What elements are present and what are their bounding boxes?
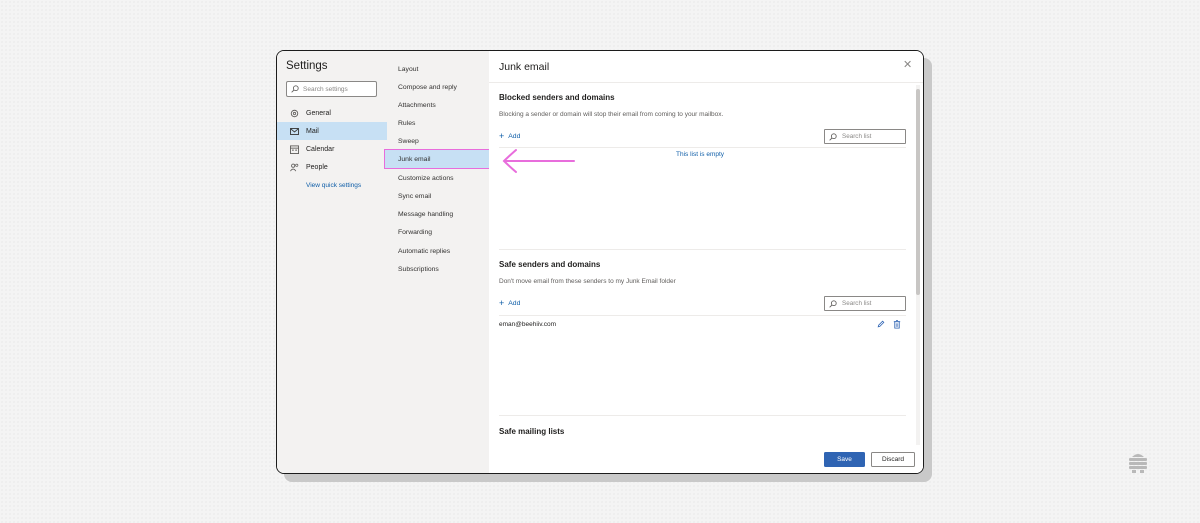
plus-icon: + xyxy=(499,298,505,308)
search-icon xyxy=(829,132,837,141)
safe-section-title: Safe senders and domains xyxy=(499,260,601,269)
blocked-search-input[interactable]: Search list xyxy=(824,129,906,144)
blocked-empty-message: This list is empty xyxy=(676,151,725,158)
safe-sender-entry: eman@beehiiv.com xyxy=(499,321,557,328)
title-divider xyxy=(489,82,923,83)
people-icon xyxy=(289,162,299,172)
category-label: Mail xyxy=(306,127,319,135)
menu-sync-email[interactable]: Sync email xyxy=(387,187,489,205)
safe-add-label: Add xyxy=(508,299,521,307)
category-label: People xyxy=(306,163,328,171)
discard-button[interactable]: Discard xyxy=(871,452,915,467)
scrollbar-thumb[interactable] xyxy=(916,89,920,295)
blocked-add-label: Add xyxy=(508,132,521,140)
menu-layout[interactable]: Layout xyxy=(387,60,489,78)
category-mail[interactable]: Mail xyxy=(277,122,387,140)
category-label: Calendar xyxy=(306,145,335,153)
menu-junk-email[interactable]: Junk email xyxy=(384,149,490,169)
menu-forwarding[interactable]: Forwarding xyxy=(387,223,489,241)
safe-add-button[interactable]: + Add xyxy=(499,298,521,308)
safe-section-description: Don't move email from these senders to m… xyxy=(499,278,676,285)
search-settings-input[interactable]: Search settings xyxy=(286,81,377,97)
brand-logo-icon xyxy=(1129,454,1147,473)
menu-subscriptions[interactable]: Subscriptions xyxy=(387,260,489,278)
blocked-section-description: Blocking a sender or domain will stop th… xyxy=(499,111,724,118)
settings-title: Settings xyxy=(286,60,328,72)
section-divider xyxy=(499,415,906,416)
menu-attachments[interactable]: Attachments xyxy=(387,96,489,114)
junk-email-pane: Junk email ✕ Blocked senders and domains… xyxy=(489,51,923,473)
page-title: Junk email xyxy=(499,61,550,73)
mailing-section-title: Safe mailing lists xyxy=(499,427,565,436)
safe-search-placeholder: Search list xyxy=(842,300,872,307)
category-calendar[interactable]: Calendar xyxy=(277,140,387,158)
blocked-section-title: Blocked senders and domains xyxy=(499,93,615,102)
save-button[interactable]: Save xyxy=(824,452,865,467)
blocked-search-placeholder: Search list xyxy=(842,133,872,140)
menu-compose-and-reply[interactable]: Compose and reply xyxy=(387,78,489,96)
settings-categories-pane: Settings Search settings General Mail Ca… xyxy=(277,51,387,473)
menu-automatic-replies[interactable]: Automatic replies xyxy=(387,242,489,260)
safe-search-input[interactable]: Search list xyxy=(824,296,906,311)
category-general[interactable]: General xyxy=(277,104,387,122)
menu-sweep[interactable]: Sweep xyxy=(387,132,489,150)
mail-icon xyxy=(289,126,299,136)
mail-submenu-pane: Layout Compose and reply Attachments Rul… xyxy=(384,51,490,473)
section-divider xyxy=(499,249,906,250)
menu-message-handling[interactable]: Message handling xyxy=(387,205,489,223)
annotation-arrow-icon xyxy=(502,149,575,173)
search-icon xyxy=(829,299,837,308)
menu-rules[interactable]: Rules xyxy=(387,114,489,132)
search-settings-placeholder: Search settings xyxy=(303,85,348,93)
edit-icon[interactable] xyxy=(876,319,886,329)
blocked-add-button[interactable]: + Add xyxy=(499,131,521,141)
close-icon[interactable]: ✕ xyxy=(903,60,912,71)
menu-customize-actions[interactable]: Customize actions xyxy=(387,169,489,187)
category-people[interactable]: People xyxy=(277,158,387,176)
calendar-icon xyxy=(289,144,299,154)
plus-icon: + xyxy=(499,131,505,141)
trash-icon[interactable] xyxy=(892,319,902,329)
search-icon xyxy=(291,85,299,93)
gear-icon xyxy=(289,108,299,118)
category-label: General xyxy=(306,109,331,117)
safe-list-divider xyxy=(499,315,906,316)
view-quick-settings-link[interactable]: View quick settings xyxy=(306,182,361,189)
settings-window: Settings Search settings General Mail Ca… xyxy=(276,50,924,474)
